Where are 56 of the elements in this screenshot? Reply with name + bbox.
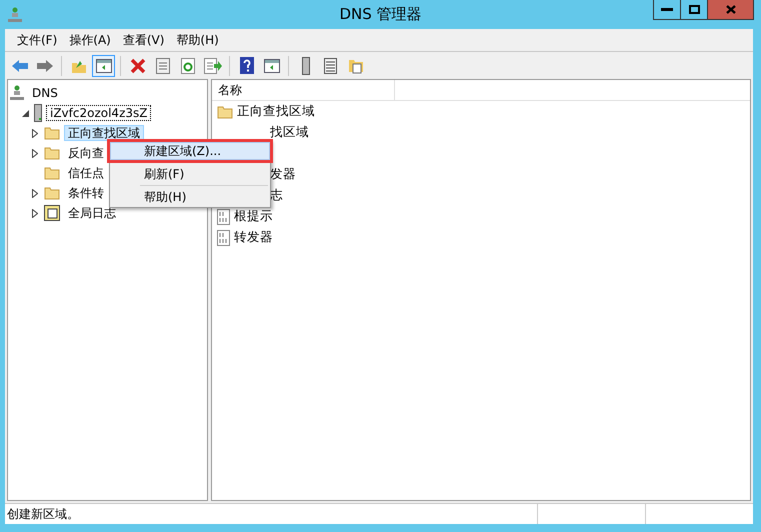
- menu-item[interactable]: 新建区域(Z)...: [110, 142, 270, 160]
- maximize-icon: [688, 5, 700, 14]
- window-pane-icon: [264, 58, 280, 72]
- tree-item[interactable]: 信任点: [64, 165, 108, 181]
- folder-icon: [44, 126, 60, 140]
- collapsed-icon[interactable]: [32, 148, 38, 158]
- list-icon: [324, 58, 337, 74]
- tree-item[interactable]: iZvfc2ozol4z3sZ: [46, 105, 152, 121]
- menu-item[interactable]: 操作(A): [63, 30, 117, 50]
- network-icon: [10, 85, 24, 101]
- folder-document-icon: [348, 58, 364, 74]
- tree-item[interactable]: 条件转: [64, 185, 108, 201]
- list-item[interactable]: 正向查找区域: [237, 103, 315, 120]
- collapsed-icon[interactable]: [32, 188, 38, 198]
- list-item[interactable]: 转发器: [234, 229, 273, 246]
- binary-file-icon: [217, 208, 230, 224]
- folder-icon: [44, 146, 60, 160]
- tree-item[interactable]: DNS: [28, 85, 62, 101]
- folder-icon: [217, 104, 233, 118]
- server-icon: [34, 104, 42, 122]
- window-pane-icon: [96, 58, 112, 72]
- menu-item[interactable]: 查看(V): [116, 30, 170, 50]
- help-icon: [240, 57, 254, 74]
- close-button[interactable]: [708, 0, 753, 19]
- collapsed-icon[interactable]: [32, 128, 38, 138]
- back-arrow-icon: [10, 58, 28, 72]
- properties-icon: [156, 58, 170, 74]
- menu-item[interactable]: 帮助(H): [110, 188, 270, 206]
- network-icon: [8, 7, 22, 23]
- binary-file-icon: [217, 230, 230, 246]
- log-icon: [44, 205, 60, 221]
- toolbar-button[interactable]: [92, 54, 115, 76]
- menu-item[interactable]: 文件(F): [11, 30, 64, 50]
- window-title: DNS 管理器: [338, 5, 423, 24]
- menu-item[interactable]: 刷新(F): [110, 165, 270, 183]
- status-text: 创建新区域。: [6, 506, 80, 522]
- expanded-icon[interactable]: [22, 110, 28, 116]
- tree-item[interactable]: 反向查: [64, 145, 108, 161]
- menu-item[interactable]: 帮助(H): [170, 30, 225, 50]
- export-icon: [204, 58, 222, 74]
- forward-arrow-icon: [36, 58, 54, 72]
- server-icon: [302, 56, 310, 74]
- minimize-icon: [661, 8, 673, 11]
- list-item[interactable]: 发器: [270, 166, 296, 183]
- folder-icon: [44, 166, 60, 180]
- collapsed-icon[interactable]: [32, 208, 38, 218]
- list-item[interactable]: 找区域: [270, 124, 309, 141]
- tree-item[interactable]: 全局日志: [64, 205, 120, 221]
- column-header[interactable]: 名称: [212, 80, 395, 100]
- close-icon: [726, 5, 736, 14]
- list-item[interactable]: 志: [270, 187, 283, 204]
- refresh-icon: [180, 58, 194, 74]
- list-item[interactable]: 根提示: [234, 208, 273, 225]
- delete-icon: [130, 58, 146, 74]
- folder-icon: [44, 186, 60, 200]
- tree-item[interactable]: 正向查找区域: [64, 125, 144, 141]
